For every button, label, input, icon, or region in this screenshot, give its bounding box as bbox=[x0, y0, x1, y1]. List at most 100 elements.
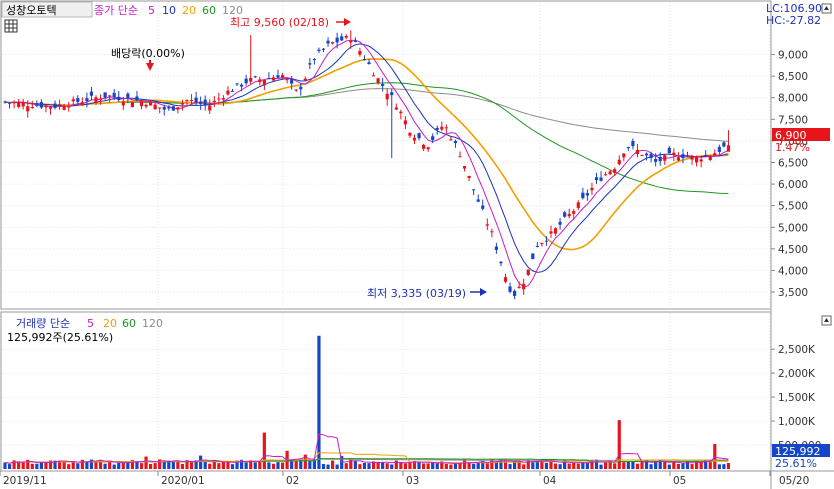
candle-body bbox=[581, 192, 585, 199]
volume-bar bbox=[208, 463, 212, 469]
volume-bar bbox=[676, 463, 680, 469]
volume-bar bbox=[635, 463, 640, 469]
stock-name: 성창오토텍 bbox=[6, 4, 57, 17]
candle-body bbox=[199, 101, 203, 104]
candle-body bbox=[121, 101, 125, 106]
candle-body bbox=[340, 36, 344, 41]
candle-body bbox=[344, 35, 348, 38]
candle-body bbox=[189, 99, 194, 101]
candle-body bbox=[444, 127, 448, 129]
candle-body bbox=[358, 50, 362, 55]
candle-body bbox=[572, 211, 576, 214]
volume-bar bbox=[244, 462, 248, 469]
volume-tick-label: 2,000K bbox=[778, 368, 816, 380]
candle-body bbox=[635, 149, 640, 154]
candle-body bbox=[449, 139, 453, 141]
candle-body bbox=[604, 174, 608, 176]
candle-body bbox=[704, 155, 708, 157]
candle-body bbox=[290, 78, 294, 84]
volume-bar bbox=[7, 464, 12, 469]
vol-ma120-label[interactable]: 120 bbox=[142, 317, 163, 330]
candle-body bbox=[417, 133, 421, 139]
volume-bar bbox=[335, 464, 339, 469]
ma10-label[interactable]: 10 bbox=[162, 4, 176, 17]
candle-body bbox=[676, 157, 680, 161]
candle-body bbox=[481, 205, 485, 209]
candle-body bbox=[167, 106, 171, 109]
volume-bar bbox=[176, 461, 180, 469]
ma20-label[interactable]: 20 bbox=[182, 4, 196, 17]
candle-body bbox=[185, 100, 189, 102]
volume-bar bbox=[139, 463, 144, 469]
volume-bar bbox=[226, 461, 230, 469]
candle-body bbox=[39, 102, 43, 108]
candle-body bbox=[108, 95, 112, 97]
candle-body bbox=[240, 84, 244, 87]
volume-bar bbox=[12, 460, 16, 469]
candle-body bbox=[467, 175, 471, 178]
volume-bar bbox=[94, 461, 98, 469]
vol-ma60-label[interactable]: 60 bbox=[122, 317, 136, 330]
candle-body bbox=[649, 153, 653, 159]
candle-body bbox=[321, 48, 326, 50]
candle-body bbox=[617, 159, 621, 165]
volume-bar bbox=[144, 456, 148, 469]
volume-bar bbox=[417, 461, 421, 469]
candle-body bbox=[626, 147, 630, 149]
candle-body bbox=[499, 261, 503, 264]
x-tick-label: 02 bbox=[286, 475, 299, 487]
price-tick-label: 3,500 bbox=[778, 287, 808, 299]
volume-bar bbox=[262, 432, 266, 469]
volume-bar bbox=[472, 463, 476, 469]
panel-collapse-icon[interactable] bbox=[821, 3, 832, 14]
vol-ma5-label[interactable]: 5 bbox=[87, 317, 94, 330]
volume-panel-collapse-icon[interactable] bbox=[821, 315, 832, 326]
price-tick-label: 6,000 bbox=[778, 179, 808, 191]
candle-body bbox=[717, 146, 721, 152]
candle-body bbox=[367, 62, 371, 65]
candle-body bbox=[12, 102, 16, 104]
volume-bar bbox=[544, 462, 549, 469]
volume-bar bbox=[490, 459, 494, 469]
candle-body bbox=[35, 104, 39, 106]
candle-body bbox=[726, 145, 731, 152]
volume-bar bbox=[685, 461, 690, 469]
candle-body bbox=[58, 104, 62, 106]
volume-bar bbox=[462, 459, 467, 469]
candle-body bbox=[376, 78, 380, 83]
volume-bar bbox=[390, 464, 394, 469]
candle-body bbox=[640, 155, 644, 157]
x-tick-label: 05/20 bbox=[779, 475, 809, 487]
price-indicator-label[interactable]: 종가 단순 bbox=[94, 4, 138, 17]
ma5-label[interactable]: 5 bbox=[148, 4, 155, 17]
change-percent: 1.47% bbox=[775, 141, 810, 154]
candle-body bbox=[89, 91, 94, 96]
candle-body bbox=[312, 58, 316, 60]
candle-body bbox=[494, 246, 498, 250]
grid-icon[interactable] bbox=[4, 19, 18, 33]
vol-ma20-label[interactable]: 20 bbox=[103, 317, 117, 330]
candle-body bbox=[549, 231, 553, 234]
volume-bar bbox=[280, 462, 285, 469]
volume-bar bbox=[649, 464, 653, 469]
volume-bar bbox=[326, 464, 330, 469]
candle-body bbox=[221, 98, 225, 100]
volume-bar bbox=[717, 464, 721, 469]
ma60-label[interactable]: 60 bbox=[202, 4, 216, 17]
candle-body bbox=[435, 127, 439, 130]
candle-body bbox=[622, 153, 626, 158]
candle-body bbox=[472, 189, 476, 191]
hc-readout: HC:-27.82 bbox=[766, 14, 821, 27]
volume-bar bbox=[203, 461, 207, 469]
dividend-annotation: 배당락(0.00%) bbox=[111, 47, 185, 60]
volume-bar bbox=[681, 463, 685, 469]
candle-body bbox=[408, 132, 412, 136]
candle-body bbox=[262, 79, 266, 86]
volume-bar bbox=[199, 455, 203, 469]
candle-body bbox=[80, 102, 84, 106]
high-annotation: 최고 9,560 (02/18) bbox=[230, 16, 329, 29]
volume-label[interactable]: 거래량 단순 bbox=[16, 317, 70, 330]
candle-body bbox=[558, 221, 562, 225]
candle-body bbox=[485, 224, 489, 226]
volume-bar bbox=[135, 461, 139, 469]
